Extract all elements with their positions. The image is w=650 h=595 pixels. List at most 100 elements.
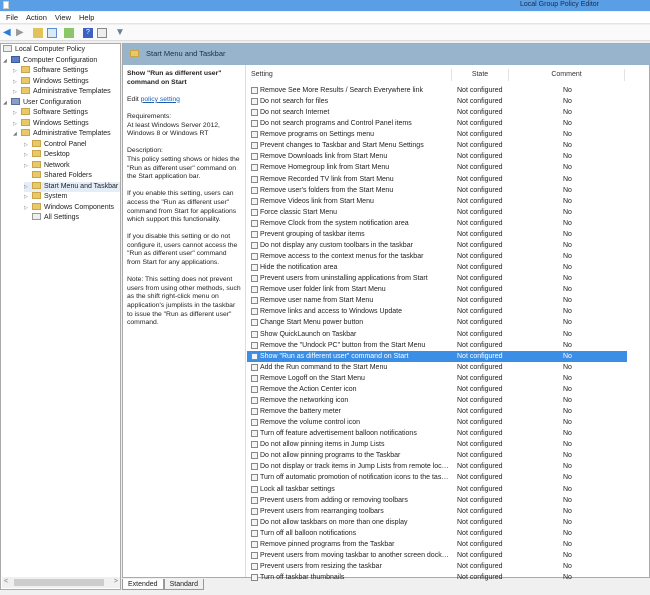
setting-row[interactable]: Remove access to the context menus for t… <box>247 251 627 262</box>
setting-row[interactable]: Remove pinned programs from the Taskbar N… <box>247 539 627 550</box>
setting-row[interactable]: Remove Downloads link from Start Menu Not… <box>247 151 627 162</box>
setting-row[interactable]: Do not search programs and Control Panel… <box>247 118 627 129</box>
tree-network[interactable]: ▷ Network <box>24 160 70 172</box>
setting-row[interactable]: Turn off automatic promotion of notifica… <box>247 472 627 483</box>
column-header-comment[interactable]: Comment <box>509 69 625 81</box>
setting-row[interactable]: Remove user name from Start Menu Not conf… <box>247 295 627 306</box>
setting-row[interactable]: Prevent grouping of taskbar items Not con… <box>247 229 627 240</box>
scroll-right-icon[interactable]: > <box>114 578 118 585</box>
setting-row[interactable]: Show QuickLaunch on Taskbar Not configure… <box>247 329 627 340</box>
tree-computer-windows-settings[interactable]: ▷ Windows Settings <box>13 76 89 88</box>
setting-row[interactable]: Remove the Action Center icon Not configu… <box>247 384 627 395</box>
setting-row[interactable]: Do not display or track items in Jump Li… <box>247 461 627 472</box>
up-folder-icon[interactable] <box>33 28 43 38</box>
setting-row[interactable]: Remove links and access to Windows Updat… <box>247 306 627 317</box>
setting-row[interactable]: Remove Videos link from Start Menu Not co… <box>247 196 627 207</box>
setting-row[interactable]: Remove See More Results / Search Everywh… <box>247 85 627 96</box>
tree-shared-folders[interactable]: Shared Folders <box>24 171 92 182</box>
menu-file[interactable]: File <box>6 12 18 24</box>
setting-row[interactable]: Change Start Menu power button Not config… <box>247 317 627 328</box>
setting-row[interactable]: Prevent users from adding or removing to… <box>247 495 627 506</box>
setting-row[interactable]: Prevent changes to Taskbar and Start Men… <box>247 140 627 151</box>
tree-user-software-settings[interactable]: ▷ Software Settings <box>13 108 88 119</box>
setting-row[interactable]: Remove Clock from the system notificatio… <box>247 218 627 229</box>
scrollbar-thumb[interactable] <box>14 579 104 586</box>
setting-row[interactable]: Prevent users from moving taskbar to ano… <box>247 550 627 561</box>
setting-row[interactable]: Remove user folder link from Start Menu N… <box>247 284 627 295</box>
tree-control-panel[interactable]: ▷ Control Panel <box>24 139 86 151</box>
setting-row[interactable]: Do not allow pinning programs to the Tas… <box>247 450 627 461</box>
tree-user-configuration[interactable]: ◢ User Configuration <box>3 97 81 109</box>
setting-row[interactable]: Turn off taskbar thumbnails Not configure… <box>247 572 627 583</box>
show-hide-tree-icon[interactable] <box>47 28 57 38</box>
tab-extended[interactable]: Extended <box>122 579 164 590</box>
forward-icon[interactable]: ▶ <box>16 28 26 38</box>
setting-state: Not configured <box>457 286 503 294</box>
help-icon[interactable]: ? <box>83 28 93 38</box>
setting-row[interactable]: Turn off all balloon notifications Not co… <box>247 528 627 539</box>
setting-row[interactable]: Do not display any custom toolbars in th… <box>247 240 627 251</box>
tree-horizontal-scrollbar[interactable]: < > <box>2 577 120 588</box>
tree-user-windows-settings[interactable]: ▷ Windows Settings <box>13 118 89 130</box>
export-list-icon[interactable] <box>64 28 74 38</box>
setting-row[interactable]: Remove the battery meter Not configured No <box>247 406 627 417</box>
menu-help[interactable]: Help <box>79 12 94 24</box>
setting-row[interactable]: Do not search Internet Not configured No <box>247 107 627 118</box>
setting-row[interactable]: Do not search for files Not configured No <box>247 96 627 107</box>
menu-action[interactable]: Action <box>26 12 47 24</box>
setting-row[interactable]: Remove user's folders from the Start Men… <box>247 185 627 196</box>
collapse-icon[interactable]: ◢ <box>3 56 11 67</box>
tree-all-settings[interactable]: All Settings <box>24 213 79 224</box>
tree-start-menu-taskbar[interactable]: ▷ Start Menu and Taskbar <box>24 181 120 192</box>
tree-windows-components[interactable]: ▷ Windows Components <box>24 202 114 214</box>
tree-user-admin-templates[interactable]: ◢ Administrative Templates <box>13 129 111 140</box>
setting-row[interactable]: Prevent users from resizing the taskbar N… <box>247 561 627 572</box>
filter-icon[interactable]: ▼ <box>115 28 125 38</box>
setting-row[interactable]: Lock all taskbar settings Not configured N… <box>247 484 627 495</box>
setting-comment: No <box>563 297 572 305</box>
setting-row[interactable]: Remove the networking icon Not configured… <box>247 395 627 406</box>
setting-row[interactable]: Remove Homegroup link from Start Menu Not… <box>247 162 627 173</box>
tree-desktop[interactable]: ▷ Desktop <box>24 150 70 161</box>
column-header-state[interactable]: State <box>452 69 509 81</box>
setting-row[interactable]: Hide the notification area Not configured… <box>247 262 627 273</box>
setting-state: Not configured <box>457 219 503 227</box>
setting-name: Do not allow pinning programs to the Tas… <box>260 452 401 460</box>
setting-comment: No <box>563 441 572 449</box>
edit-policy-link[interactable]: policy setting <box>141 96 180 103</box>
setting-row[interactable]: Prevent users from rearranging toolbars N… <box>247 506 627 517</box>
scroll-left-icon[interactable]: < <box>4 578 8 585</box>
setting-row[interactable]: Prevent users from uninstalling applicat… <box>247 273 627 284</box>
collapse-icon[interactable]: ◢ <box>3 98 11 109</box>
tree-computer-admin-templates[interactable]: ▷ Administrative Templates <box>13 87 111 98</box>
setting-row[interactable]: Remove the volume control icon Not config… <box>247 417 627 428</box>
tree-local-computer-policy[interactable]: Local Computer Policy <box>3 45 85 56</box>
policy-icon <box>3 45 12 52</box>
setting-state: Not configured <box>457 197 503 205</box>
setting-comment: No <box>563 507 572 515</box>
setting-row[interactable]: Do not allow pinning items in Jump Lists… <box>247 439 627 450</box>
setting-row[interactable]: Do not allow taskbars on more than one d… <box>247 517 627 528</box>
folder-icon <box>21 118 30 126</box>
tree-system[interactable]: ▷ System <box>24 192 67 203</box>
menu-view[interactable]: View <box>55 12 71 24</box>
setting-row[interactable]: Show "Run as different user" command on … <box>247 350 627 362</box>
column-header-setting[interactable]: Setting <box>247 69 452 81</box>
tree-computer-configuration[interactable]: ◢ Computer Configuration <box>3 55 97 67</box>
setting-row[interactable]: Remove programs on Settings menu Not conf… <box>247 129 627 140</box>
setting-state: Not configured <box>457 352 503 360</box>
setting-row[interactable]: Turn off feature advertisement balloon n… <box>247 428 627 439</box>
setting-name: Remove the networking icon <box>260 396 349 404</box>
tab-standard[interactable]: Standard <box>163 579 205 590</box>
properties-icon[interactable] <box>97 28 107 38</box>
policy-setting-icon <box>251 219 258 227</box>
setting-row[interactable]: Add the Run command to the Start Menu Not… <box>247 362 627 373</box>
setting-row[interactable]: Remove Logoff on the Start Menu Not confi… <box>247 373 627 384</box>
setting-row[interactable]: Remove the "Undock PC" button from the S… <box>247 340 627 351</box>
setting-row[interactable]: Remove Recorded TV link from Start Menu N… <box>247 174 627 185</box>
tree-computer-software-settings[interactable]: ▷ Software Settings <box>13 66 88 77</box>
user-icon <box>11 97 20 105</box>
setting-name: Remove user folder link from Start Menu <box>260 286 386 294</box>
back-icon[interactable]: ◀ <box>3 28 13 38</box>
setting-row[interactable]: Force classic Start Menu Not configured No <box>247 207 627 218</box>
